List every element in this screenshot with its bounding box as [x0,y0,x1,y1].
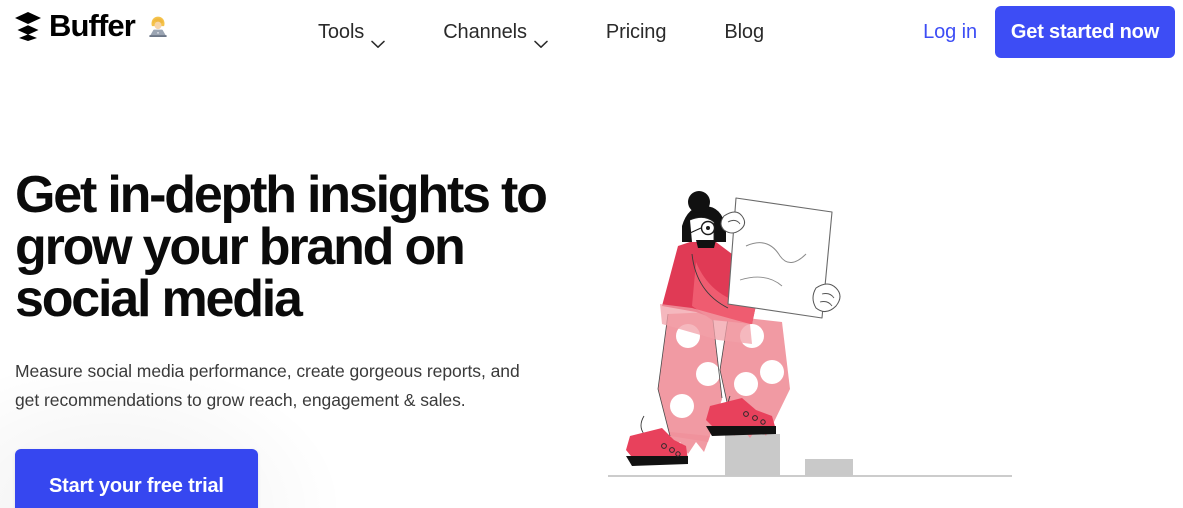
hero-copy: Get in-depth insights to grow your brand… [15,169,615,508]
nav-item-label: Tools [318,21,365,43]
chevron-down-icon [371,29,385,48]
login-link[interactable]: Log in [923,6,995,58]
nav-item-label: Blog [724,21,764,43]
landing-page: Buffer Tools Channels Pricing Blog Log i… [0,0,1183,508]
person-reading-report-illustration [600,184,1020,508]
chevron-down-icon [534,29,548,48]
nav-item-blog[interactable]: Blog [694,18,792,46]
nav-item-pricing[interactable]: Pricing [576,18,694,46]
stacked-layers-icon [14,11,42,41]
nav-item-channels[interactable]: Channels [413,18,576,48]
woman-technologist-emoji [145,13,171,39]
hero-section: Get in-depth insights to grow your brand… [0,64,1183,508]
main-navigation: Tools Channels Pricing Blog [318,18,792,48]
nav-item-label: Channels [443,21,527,43]
site-header: Buffer Tools Channels Pricing Blog Log i… [0,0,1183,64]
header-actions: Log in Get started now [923,6,1175,58]
page-title: Get in-depth insights to grow your brand… [15,166,548,328]
brand-logo-link[interactable]: Buffer [14,10,171,41]
start-free-trial-button[interactable]: Start your free trial [15,449,258,508]
nav-item-label: Pricing [605,21,667,43]
nav-item-tools[interactable]: Tools [318,18,413,48]
get-started-button[interactable]: Get started now [995,6,1175,58]
hero-subtitle: Measure social media performance, create… [15,361,520,410]
brand-name: Buffer [49,8,136,43]
